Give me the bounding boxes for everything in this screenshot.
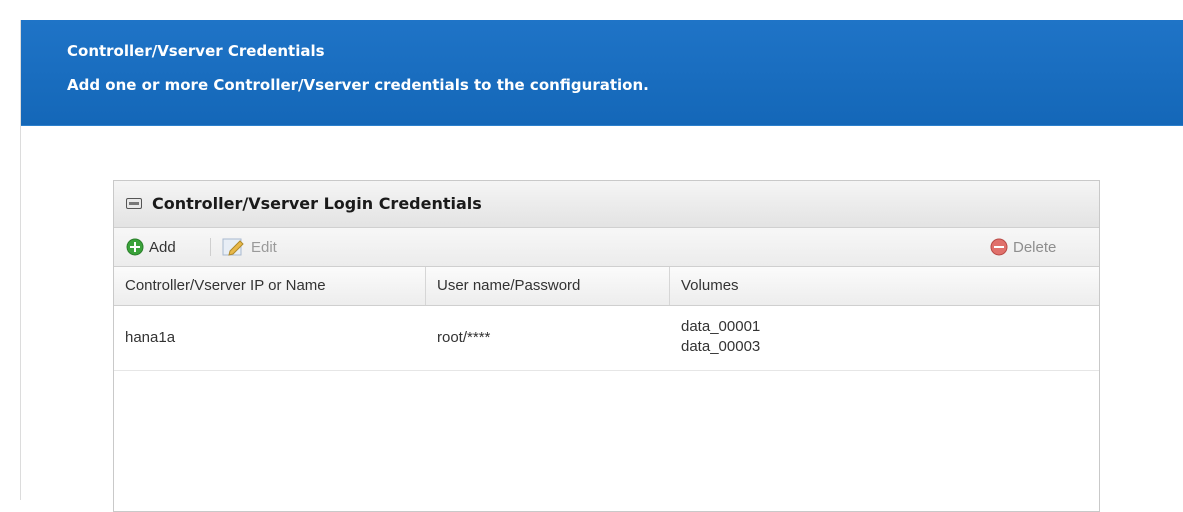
delete-button[interactable]: Delete [990,236,1056,258]
add-icon [126,238,144,256]
column-header-volumes[interactable]: Volumes [670,267,1099,305]
table-row[interactable]: hana1a root/**** data_00001 data_00003 [114,306,1099,371]
toolbar: Add Edit Delete [114,228,1099,267]
cell-volumes: data_00001 data_00003 [681,317,760,357]
edit-icon [222,238,244,256]
table-header: Controller/Vserver IP or Name User name/… [114,267,1099,306]
header-banner: Controller/Vserver Credentials Add one o… [21,20,1183,126]
volume-item: data_00003 [681,338,761,355]
cell-name: hana1a [125,329,176,346]
edit-button[interactable]: Edit [222,236,277,258]
edit-label: Edit [251,238,277,256]
keyboard-icon [126,198,142,209]
cell-credentials: root/**** [437,329,491,346]
wizard-frame: Controller/Vserver Credentials Add one o… [20,20,1183,512]
page-title: Controller/Vserver Credentials [67,42,325,60]
add-label: Add [149,238,176,256]
delete-label: Delete [1013,238,1057,256]
panel-title: Controller/Vserver Login Credentials [152,194,482,213]
credentials-panel: Controller/Vserver Login Credentials Add… [113,180,1100,512]
delete-icon [990,238,1008,256]
column-header-credentials[interactable]: User name/Password [426,267,670,305]
column-header-name[interactable]: Controller/Vserver IP or Name [114,267,426,305]
page-subtitle: Add one or more Controller/Vserver crede… [67,76,649,94]
panel-header: Controller/Vserver Login Credentials [114,181,1099,228]
toolbar-separator [210,238,211,256]
add-button[interactable]: Add [126,236,176,258]
volume-item: data_00001 [681,318,761,335]
